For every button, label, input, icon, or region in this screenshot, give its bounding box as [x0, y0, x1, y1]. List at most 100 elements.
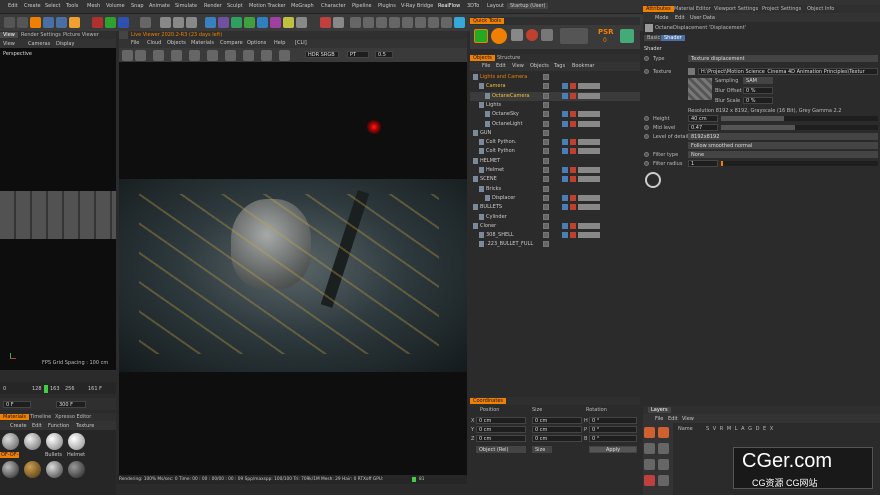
restart-icon[interactable] — [189, 50, 200, 61]
object-row[interactable]: HELMET — [470, 157, 640, 166]
tool6-icon[interactable] — [415, 17, 426, 28]
coord-size-z[interactable]: 0 cm — [532, 435, 582, 442]
coord-size-y[interactable]: 0 cm — [532, 426, 582, 433]
lv-start-icon[interactable] — [135, 50, 146, 61]
menu-animate[interactable]: Animate — [149, 3, 170, 9]
stop-icon[interactable] — [171, 50, 182, 61]
object-tags[interactable] — [562, 102, 600, 108]
filter-radius-anim-dot[interactable] — [644, 161, 649, 166]
menu-layout[interactable]: Layout — [487, 3, 504, 9]
object-tags[interactable] — [562, 214, 600, 220]
layer-tool-icon[interactable] — [644, 427, 655, 438]
octane-settings-icon[interactable] — [333, 17, 344, 28]
obj-menu-tags[interactable]: Tags — [554, 63, 565, 69]
frame-end-field[interactable]: 300 F — [56, 401, 86, 408]
mid-level-slider[interactable] — [721, 125, 878, 130]
timeline[interactable]: 0 128 163 256 161 F — [0, 382, 116, 394]
layer-tool4-icon[interactable] — [658, 443, 669, 454]
layer-tool6-icon[interactable] — [658, 459, 669, 470]
mat-menu-function[interactable]: Function — [48, 423, 69, 429]
color-mode-select[interactable]: HDR SRGB — [305, 51, 339, 58]
layer-tool8-icon[interactable] — [658, 475, 669, 486]
vp-menu-display[interactable]: Display — [56, 41, 74, 47]
layers-menu-view[interactable]: View — [682, 416, 694, 422]
material-ball-1[interactable] — [24, 433, 41, 450]
filter-smooth-select[interactable]: Follow smoothed normal — [688, 142, 878, 149]
visibility-toggle[interactable] — [543, 139, 549, 146]
quick-tool3-icon[interactable] — [541, 29, 553, 41]
menu-simulate[interactable]: Simulate — [175, 3, 197, 9]
coord-rot-p[interactable]: 0 ° — [589, 426, 637, 433]
tab-attributes[interactable]: Attributes — [643, 6, 674, 12]
object-row[interactable]: Cloner — [470, 222, 640, 231]
lv-menu-file[interactable]: File — [131, 40, 139, 46]
menu-select[interactable]: Select — [45, 3, 60, 9]
tool3-icon[interactable] — [376, 17, 387, 28]
tab-project-settings[interactable]: Project Settings — [759, 6, 804, 12]
lv-menu-objects[interactable]: Objects — [167, 40, 186, 46]
realflow-icon[interactable] — [454, 17, 465, 28]
material-ball-2[interactable] — [46, 433, 63, 450]
object-tags[interactable] — [562, 120, 600, 127]
object-tags[interactable] — [562, 167, 600, 173]
tab-view[interactable]: View — [0, 32, 18, 38]
height-slider[interactable] — [721, 116, 878, 121]
object-row[interactable]: Cylinder — [470, 213, 640, 222]
tool-icon[interactable] — [350, 17, 361, 28]
object-tags[interactable] — [562, 241, 600, 247]
menu-motion-tracker[interactable]: Motion Tracker — [249, 3, 286, 9]
visibility-toggle[interactable] — [543, 74, 549, 80]
menu-tools[interactable]: Tools — [66, 3, 78, 9]
attr-menu-mode[interactable]: Mode — [655, 15, 669, 21]
quick-tool-icon[interactable] — [511, 29, 523, 41]
material-ball-4[interactable] — [2, 461, 19, 478]
coord-rot-h[interactable]: 0 ° — [589, 417, 637, 424]
object-row[interactable]: 308_SHELL — [470, 231, 640, 240]
lv-tool3-icon[interactable] — [261, 50, 272, 61]
lv-menu-compare[interactable]: Compare — [220, 40, 243, 46]
attr-menu-userdata[interactable]: User Data — [690, 15, 715, 21]
visibility-toggle[interactable] — [543, 148, 549, 155]
menu-mograph[interactable]: MoGraph — [291, 3, 314, 9]
material-ball-5[interactable] — [24, 461, 41, 478]
mat-menu-create[interactable]: Create — [10, 423, 27, 429]
texture-path-field[interactable]: H:\Project\Motion Science_Cinema 4D Anim… — [698, 68, 878, 75]
tab-materials[interactable]: Materials — [0, 414, 29, 420]
object-tags[interactable] — [562, 222, 600, 229]
visibility-toggle[interactable] — [543, 204, 549, 211]
object-tags[interactable] — [562, 148, 600, 155]
texture-anim-dot[interactable] — [644, 69, 649, 74]
coord-size-x[interactable]: 0 cm — [532, 417, 582, 424]
quick-tool5-icon[interactable] — [620, 29, 634, 43]
quick-s-icon[interactable] — [491, 28, 507, 44]
object-row[interactable]: OctaneLight — [470, 120, 640, 129]
object-tags[interactable] — [562, 158, 600, 164]
object-row[interactable]: Lights — [470, 101, 640, 110]
vp-menu-cameras[interactable]: Cameras — [28, 41, 50, 47]
lv-tool-icon[interactable] — [225, 50, 236, 61]
cube-icon[interactable] — [205, 17, 216, 28]
type-anim-dot[interactable] — [644, 56, 649, 61]
tab-layers[interactable]: Layers — [648, 407, 671, 413]
object-row[interactable]: Colt Python — [470, 147, 640, 156]
apply-button[interactable]: Apply — [589, 446, 637, 453]
coord-pos-y[interactable]: 0 cm — [476, 426, 526, 433]
coord-rot-b[interactable]: 0 ° — [589, 435, 637, 442]
obj-menu-edit[interactable]: Edit — [496, 63, 506, 69]
menu-pipeline[interactable]: Pipeline — [352, 3, 372, 9]
object-tags[interactable] — [562, 74, 600, 80]
layout-select[interactable]: Startup (User) — [507, 3, 549, 9]
obj-menu-file[interactable]: File — [482, 63, 490, 69]
render-image[interactable] — [119, 179, 467, 372]
visibility-toggle[interactable] — [543, 120, 549, 127]
filter-radius-field[interactable]: 1 — [688, 160, 718, 167]
height-field[interactable]: 40 cm — [688, 115, 718, 122]
visibility-toggle[interactable] — [543, 92, 549, 99]
menu-vray[interactable]: V-Ray Bridge — [401, 3, 433, 9]
lv-menu-options[interactable]: Options — [247, 40, 266, 46]
tool7-icon[interactable] — [428, 17, 439, 28]
obj-menu-view[interactable]: View — [512, 63, 524, 69]
tool8-icon[interactable] — [441, 17, 452, 28]
pause-icon[interactable] — [153, 50, 164, 61]
perspective-viewport[interactable]: Perspective FPS Grid Spacing : 100 cm — [0, 48, 116, 370]
